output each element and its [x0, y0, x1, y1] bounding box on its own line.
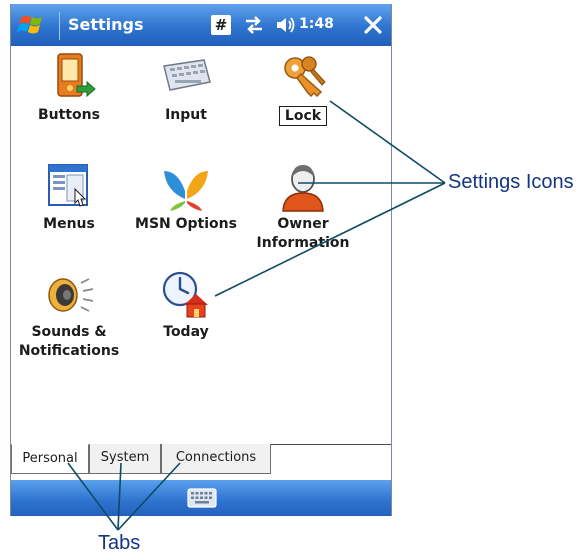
settings-item-label: Buttons: [38, 107, 100, 123]
connectivity-icon[interactable]: [243, 15, 265, 35]
owner-label-line-1: Owner: [277, 216, 329, 232]
sounds-label-line-2: Notifications: [18, 343, 120, 359]
today-icon: [162, 271, 208, 318]
tabs-callout: Tabs: [98, 532, 141, 554]
keyboard-icon: [163, 59, 211, 91]
settings-item-lock[interactable]: Lock: [245, 52, 361, 126]
menu-bar: [11, 480, 391, 516]
clock: 1:48: [299, 16, 334, 32]
figure: Settings # 1:48 Buttons Input Lock Menus…: [0, 0, 588, 559]
speaker-icon: [48, 278, 94, 312]
settings-item-label: Owner Information: [245, 215, 361, 253]
menus-icon: [48, 164, 88, 207]
settings-item-input[interactable]: Input: [128, 52, 244, 125]
settings-item-label: Sounds & Notifications: [11, 323, 127, 361]
windows-start-icon[interactable]: [13, 10, 51, 40]
settings-item-buttons[interactable]: Buttons: [11, 52, 127, 125]
settings-item-label: Menus: [43, 216, 95, 232]
settings-item-menus[interactable]: Menus: [11, 161, 127, 234]
sounds-label-line-1: Sounds &: [31, 324, 107, 340]
tab-connections[interactable]: Connections: [161, 444, 271, 474]
settings-icons-callout: Settings Icons: [448, 171, 574, 193]
title-separator: [59, 12, 60, 40]
owner-label-line-2: Information: [256, 235, 350, 251]
settings-item-sounds-notifications[interactable]: Sounds & Notifications: [11, 269, 127, 361]
tab-personal[interactable]: Personal: [11, 444, 89, 474]
settings-item-label: Input: [165, 107, 207, 123]
msn-butterfly-icon: [164, 171, 208, 211]
cropped-heading: [10, 0, 14, 3]
tab-strip: Personal System Connections: [11, 444, 391, 481]
settings-item-label: MSN Options: [135, 216, 237, 232]
volume-icon[interactable]: [274, 15, 296, 35]
settings-item-label: Lock: [278, 106, 328, 126]
app-title: Settings: [68, 15, 144, 34]
settings-item-owner-information[interactable]: Owner Information: [245, 161, 361, 253]
settings-item-msn-options[interactable]: MSN Options: [128, 161, 244, 234]
close-icon[interactable]: [361, 13, 385, 37]
keyboard-icon[interactable]: [187, 487, 217, 509]
tab-system[interactable]: System: [89, 444, 161, 474]
buttons-icon: [57, 53, 96, 98]
device-screen: Settings # 1:48 Buttons Input Lock Menus…: [10, 4, 392, 516]
title-bar: Settings # 1:48: [11, 4, 391, 46]
hash-icon[interactable]: #: [211, 15, 231, 35]
settings-item-today[interactable]: Today: [128, 269, 244, 342]
settings-item-label: Today: [163, 324, 209, 340]
owner-icon: [282, 165, 324, 212]
keys-icon: [284, 56, 326, 98]
